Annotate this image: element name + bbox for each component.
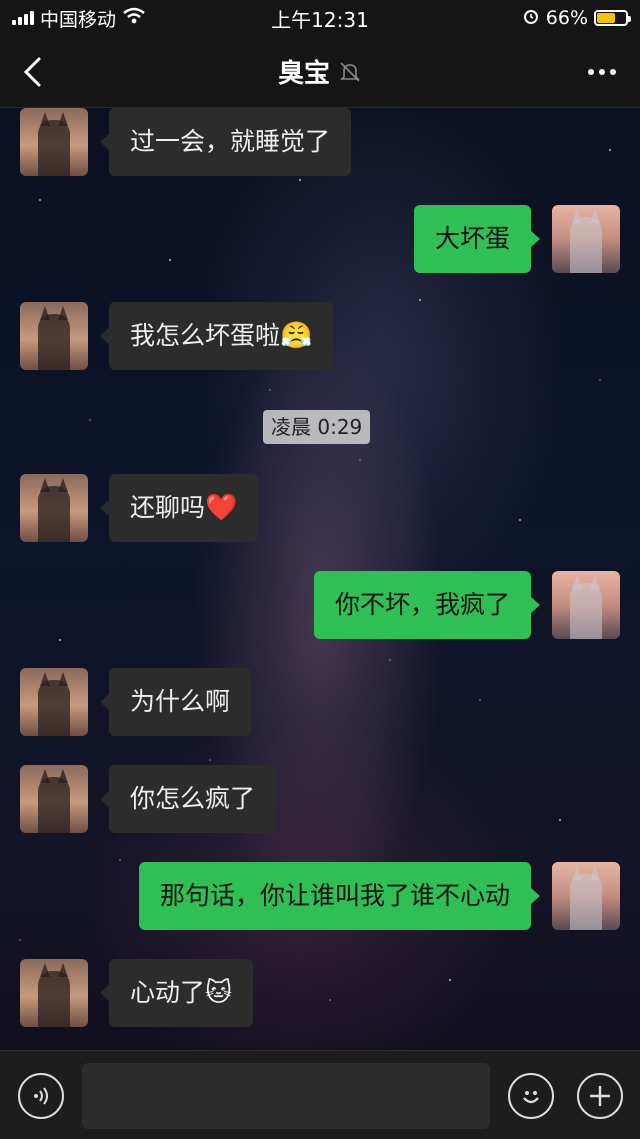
alarm-icon	[522, 7, 540, 30]
contact-avatar[interactable]	[20, 474, 88, 542]
back-icon	[23, 57, 41, 87]
battery-percent: 66%	[545, 7, 588, 29]
more-functions-button[interactable]	[577, 1073, 623, 1119]
message-text: 为什么啊	[130, 687, 231, 716]
input-bar	[0, 1050, 640, 1139]
chat-header: 臭宝	[0, 36, 640, 108]
message-bubble-incoming[interactable]: 我怎么坏蛋啦😤	[99, 302, 334, 370]
message-input[interactable]	[82, 1063, 490, 1129]
my-avatar[interactable]	[552, 571, 620, 639]
voice-icon	[34, 1087, 48, 1105]
message-text: 你不坏，我疯了	[334, 590, 510, 619]
clock: 上午12:31	[271, 7, 369, 32]
message-text: 过一会，就睡觉了	[130, 127, 331, 156]
message-bubble-incoming[interactable]: 心动了🐱	[99, 959, 254, 1027]
my-avatar[interactable]	[552, 862, 620, 930]
voice-button[interactable]	[18, 1073, 64, 1119]
contact-avatar[interactable]	[20, 108, 88, 176]
message-bubble-incoming[interactable]: 你怎么疯了	[99, 765, 277, 833]
heart-emoji: ❤️	[205, 493, 238, 523]
contact-name: 臭宝	[277, 59, 330, 89]
emoji-face-icon	[523, 1091, 539, 1104]
message-text: 大坏蛋	[434, 224, 510, 253]
mute-bell-icon	[340, 61, 360, 82]
carrier-name: 中国移动	[40, 8, 117, 31]
message-text: 我怎么坏蛋啦	[130, 321, 281, 350]
cat-face-emoji: 🐱	[205, 978, 233, 1008]
message-bubble-incoming[interactable]: 过一会，就睡觉了	[99, 108, 352, 176]
chat-list: 过一会，就睡觉了 大坏蛋 我怎么坏蛋啦😤 凌晨 0:29 还聊吗❤️ 你不坏，我…	[0, 108, 640, 1050]
huffing-face-emoji: 😤	[280, 321, 313, 351]
chat-title: 臭宝	[278, 53, 362, 90]
message-bubble-incoming[interactable]: 还聊吗❤️	[99, 474, 259, 542]
contact-avatar[interactable]	[20, 959, 88, 1027]
contact-avatar[interactable]	[20, 302, 88, 370]
more-icon	[588, 69, 594, 75]
plus-icon	[590, 1086, 610, 1106]
message-bubble-incoming[interactable]: 为什么啊	[99, 668, 252, 736]
contact-avatar[interactable]	[20, 765, 88, 833]
wifi-icon	[122, 7, 146, 30]
battery-charging-icon	[594, 10, 631, 26]
message-text: 你怎么疯了	[130, 784, 256, 813]
message-text: 那句话，你让谁叫我了谁不心动	[159, 881, 510, 910]
contact-avatar[interactable]	[20, 668, 88, 736]
my-avatar[interactable]	[552, 205, 620, 273]
time-divider: 凌晨 0:29	[263, 410, 371, 444]
message-text: 心动了	[130, 978, 206, 1007]
back-button[interactable]	[22, 54, 56, 90]
message-text: 还聊吗	[130, 493, 206, 522]
message-bubble-outgoing[interactable]: 那句话，你让谁叫我了谁不心动	[138, 862, 541, 930]
signal-icon	[12, 11, 34, 25]
message-bubble-outgoing[interactable]: 你不坏，我疯了	[313, 571, 541, 639]
status-bar: 中国移动 上午12:31 66%	[0, 0, 640, 36]
emoji-button[interactable]	[508, 1073, 554, 1119]
more-button[interactable]	[584, 58, 620, 86]
message-bubble-outgoing[interactable]: 大坏蛋	[413, 205, 541, 273]
